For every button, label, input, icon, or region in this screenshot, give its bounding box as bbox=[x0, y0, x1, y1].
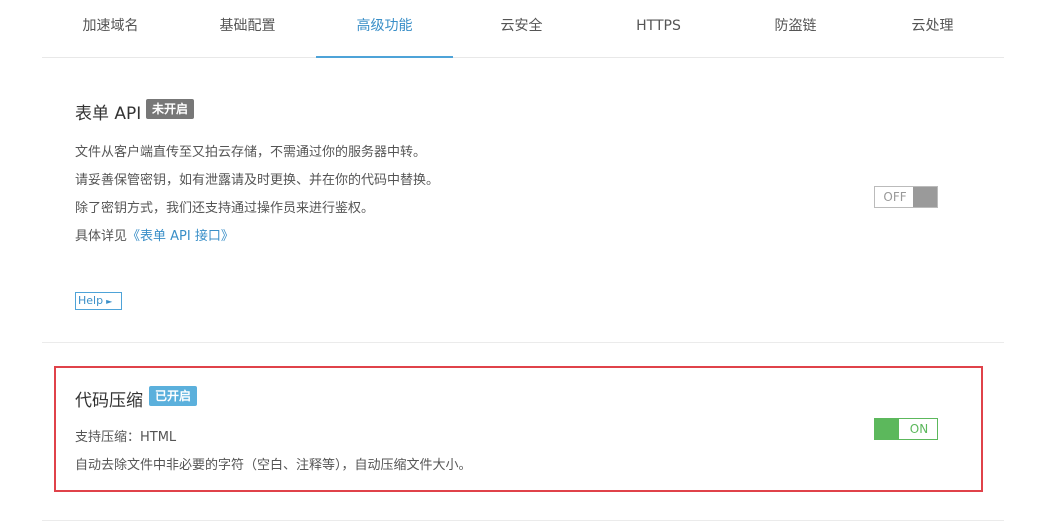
highlight-box bbox=[54, 366, 983, 492]
help-button[interactable]: Help ► bbox=[75, 292, 122, 310]
toggle-off-label: OFF bbox=[883, 190, 907, 204]
tab-hotlink-protection[interactable]: 防盗链 bbox=[727, 0, 864, 56]
tab-cloud-processing[interactable]: 云处理 bbox=[864, 0, 1001, 56]
section-divider bbox=[42, 342, 1004, 343]
help-button-label: Help bbox=[78, 294, 104, 307]
form-api-detail-line: 具体详见《表单 API 接口》 bbox=[75, 225, 234, 244]
tab-https[interactable]: HTTPS bbox=[590, 0, 727, 56]
form-api-detail-prefix: 具体详见 bbox=[75, 229, 128, 244]
form-api-desc-line-2: 请妥善保管密钥，如有泄露请及时更换、并在你的代码中替换。 bbox=[75, 173, 440, 188]
tab-basic-config[interactable]: 基础配置 bbox=[179, 0, 316, 56]
toggle-knob bbox=[913, 187, 937, 207]
tab-advanced-features[interactable]: 高级功能 bbox=[316, 0, 453, 58]
tab-bar: 加速域名 基础配置 高级功能 云安全 HTTPS 防盗链 云处理 bbox=[42, 0, 1004, 58]
form-api-doc-link[interactable]: 《表单 API 接口》 bbox=[127, 229, 234, 244]
form-api-title: 表单 API bbox=[75, 104, 142, 124]
section-divider bbox=[42, 520, 1004, 521]
tab-cloud-security[interactable]: 云安全 bbox=[453, 0, 590, 56]
form-api-desc-line-1: 文件从客户端直传至又拍云存储，不需通过你的服务器中转。 bbox=[75, 145, 427, 160]
tab-accelerated-domain[interactable]: 加速域名 bbox=[42, 0, 179, 56]
form-api-desc-line-3: 除了密钥方式，我们还支持通过操作员来进行鉴权。 bbox=[75, 201, 375, 216]
status-badge-disabled: 未开启 bbox=[146, 99, 195, 119]
arrow-right-icon: ► bbox=[106, 297, 113, 306]
form-api-toggle[interactable]: OFF bbox=[874, 186, 938, 208]
